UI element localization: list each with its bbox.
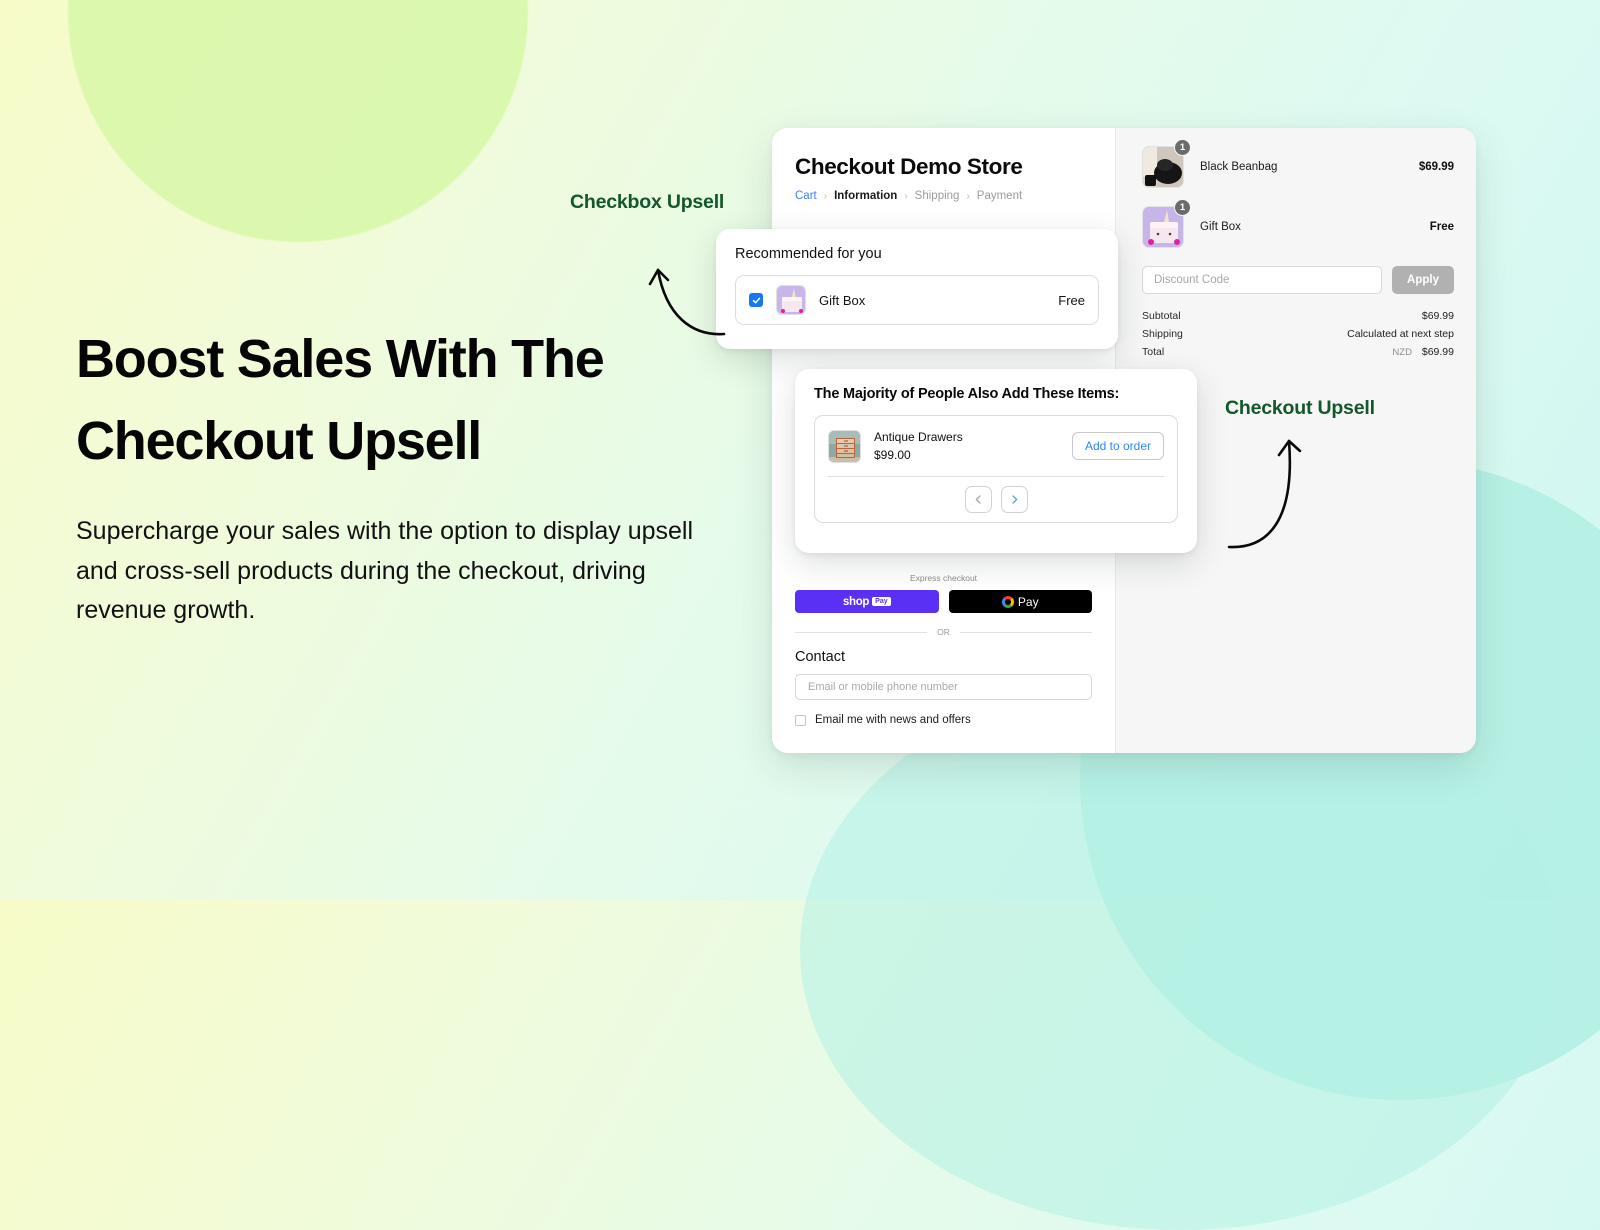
checkbox-upsell-item-name: Gift Box	[819, 292, 866, 308]
checkout-upsell-title: The Majority of People Also Add These It…	[814, 386, 1120, 402]
breadcrumb-item-shipping: Shipping	[914, 190, 960, 202]
total-currency: NZD	[1392, 347, 1412, 358]
newsletter-label: Email me with news and offers	[815, 714, 971, 726]
headline-line-1: Boost Sales With The	[76, 329, 605, 389]
total-label: Total	[1142, 346, 1165, 358]
discount-row: Apply	[1142, 266, 1454, 294]
breadcrumb-item-cart[interactable]: Cart	[795, 190, 817, 202]
apply-discount-button[interactable]: Apply	[1392, 266, 1454, 294]
quantity-badge: 1	[1174, 139, 1191, 156]
page-title: Boost Sales With The Checkout Upsell	[76, 318, 696, 482]
summary-item-price: $69.99	[1418, 161, 1454, 173]
store-title: Checkout Demo Store	[795, 154, 1023, 179]
upsell-product-price: $99.00	[874, 448, 911, 462]
hero-subtext: Supercharge your sales with the option t…	[76, 517, 694, 625]
next-page-button[interactable]	[1000, 486, 1028, 513]
shipping-value: Calculated at next step	[1347, 328, 1454, 340]
previous-page-button[interactable]	[964, 486, 992, 513]
summary-item-name: Black Beanbag	[1200, 161, 1278, 173]
breadcrumb-item-information[interactable]: Information	[834, 190, 897, 202]
discount-code-input[interactable]	[1142, 266, 1382, 294]
upsell-product-name: Antique Drawers	[874, 430, 963, 444]
checkbox-upsell-row[interactable]: Gift Box Free	[735, 275, 1099, 325]
chevron-right-icon	[1011, 495, 1017, 504]
breadcrumb: Cart › Information › Shipping › Payment	[795, 190, 1092, 202]
check-icon	[752, 297, 760, 303]
product-thumbnail-wrapper: 1	[1142, 199, 1191, 248]
breadcrumb-separator-icon: ›	[823, 190, 828, 202]
upsell-pagination	[828, 486, 1164, 513]
upsell-product-info: Antique Drawers $99.00	[874, 428, 1059, 464]
shop-pay-wordmark: shop	[842, 595, 870, 608]
checkout-upsell-card: The Majority of People Also Add These It…	[795, 369, 1197, 553]
product-thumbnail-wrapper: 1	[1142, 139, 1191, 188]
google-g-icon	[1001, 595, 1014, 608]
express-checkout-section: Express checkout shop Pay Pay OR Contact…	[795, 573, 1092, 726]
or-divider: OR	[795, 627, 1092, 637]
checkbox-upsell-card: Recommended for you Gift Box Free	[716, 229, 1118, 349]
or-label: OR	[937, 627, 950, 637]
breadcrumb-item-payment: Payment	[976, 190, 1023, 202]
annotation-checkbox-upsell: Checkbox Upsell	[570, 191, 725, 213]
background-blob-mint-soft	[800, 670, 1560, 1230]
gift-box-checkbox[interactable]	[749, 293, 763, 307]
subtotal-row: Subtotal $69.99	[1142, 310, 1454, 322]
google-pay-button[interactable]: Pay	[948, 590, 1092, 613]
checkbox-upsell-title: Recommended for you	[735, 246, 882, 262]
background-blob-green	[68, 0, 528, 242]
express-pay-buttons: shop Pay Pay	[795, 590, 1092, 613]
newsletter-checkbox[interactable]	[795, 714, 806, 726]
summary-line-item: 1 Gift Box Free	[1142, 199, 1454, 248]
subtotal-label: Subtotal	[1142, 310, 1181, 322]
breadcrumb-separator-icon: ›	[966, 190, 970, 202]
shop-pay-chip: Pay	[872, 597, 891, 606]
email-field[interactable]	[795, 674, 1092, 700]
quantity-badge: 1	[1174, 199, 1191, 216]
summary-line-item: 1 Black Beanbag $69.99	[1142, 139, 1454, 188]
google-pay-label: Pay	[1017, 594, 1039, 609]
subtotal-value: $69.99	[1421, 310, 1454, 322]
upsell-product-box: Antique Drawers $99.00 Add to order	[814, 415, 1178, 523]
upsell-product-row: Antique Drawers $99.00 Add to order	[828, 428, 1164, 464]
contact-heading: Contact	[795, 649, 845, 665]
summary-item-price: Free	[1429, 221, 1454, 233]
shop-pay-button[interactable]: shop Pay	[795, 590, 939, 613]
total-row: Total NZD $69.99	[1142, 346, 1454, 358]
gift-box-thumbnail	[776, 285, 806, 315]
add-to-order-button[interactable]: Add to order	[1071, 432, 1164, 460]
chevron-left-icon	[975, 495, 981, 504]
antique-drawers-thumbnail	[828, 429, 861, 463]
shipping-label: Shipping	[1142, 328, 1183, 340]
shipping-row: Shipping Calculated at next step	[1142, 328, 1454, 340]
upsell-divider	[828, 476, 1164, 477]
annotation-checkout-upsell: Checkout Upsell	[1225, 397, 1375, 419]
express-checkout-label: Express checkout	[909, 573, 978, 583]
total-value: $69.99	[1421, 346, 1454, 358]
headline-line-2: Checkout Upsell	[76, 411, 482, 472]
breadcrumb-separator-icon: ›	[904, 190, 908, 202]
hero-copy: Boost Sales With The Checkout Upsell Sup…	[76, 318, 696, 631]
newsletter-row[interactable]: Email me with news and offers	[795, 714, 1092, 726]
checkbox-upsell-item-price: Free	[1058, 292, 1085, 308]
summary-item-name: Gift Box	[1200, 221, 1241, 233]
